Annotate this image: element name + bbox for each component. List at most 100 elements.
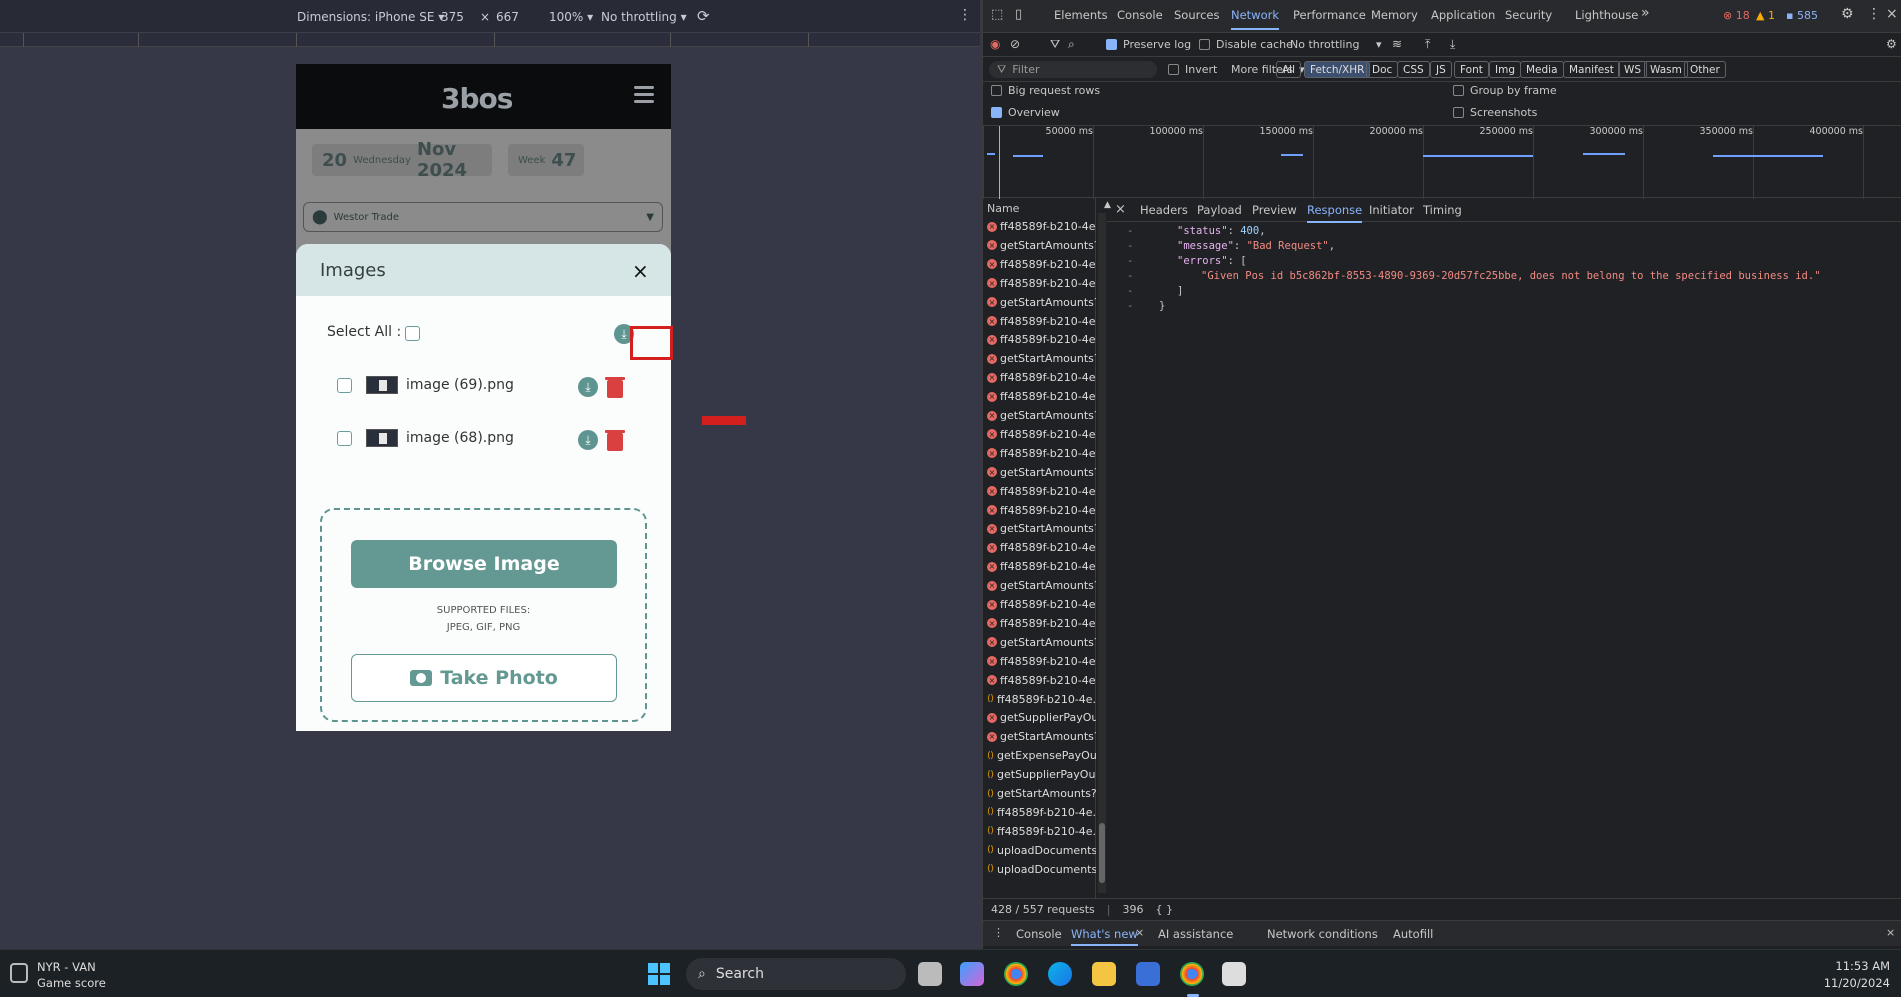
edge-icon[interactable] bbox=[1048, 962, 1072, 986]
error-count[interactable]: ⊗ 18 bbox=[1723, 9, 1750, 22]
record-icon[interactable]: ◉ bbox=[990, 37, 1000, 51]
chip-fetch-xhr[interactable]: Fetch/XHR bbox=[1304, 61, 1371, 78]
trash-icon[interactable] bbox=[605, 377, 625, 398]
tab-payload[interactable]: Payload bbox=[1197, 203, 1242, 217]
chip-other[interactable]: Other bbox=[1684, 61, 1726, 78]
close-icon[interactable]: × bbox=[1135, 926, 1144, 939]
snipping-tool-icon[interactable] bbox=[1222, 962, 1246, 986]
file-checkbox[interactable] bbox=[337, 431, 352, 446]
chip-js[interactable]: JS bbox=[1430, 61, 1452, 78]
tab-performance[interactable]: Performance bbox=[1293, 8, 1366, 22]
download-icon[interactable]: ⤓ bbox=[1450, 37, 1455, 52]
zoom-select[interactable]: 100% ▾ bbox=[549, 10, 593, 24]
request-row[interactable]: × ff48589f-b210-4e... bbox=[983, 652, 1096, 671]
take-photo-button[interactable]: Take Photo bbox=[351, 654, 617, 702]
close-icon[interactable]: × bbox=[632, 261, 649, 281]
drawer-tab-network-conditions[interactable]: Network conditions bbox=[1267, 927, 1378, 941]
close-icon[interactable]: × bbox=[1886, 6, 1898, 22]
chip-manifest[interactable]: Manifest bbox=[1563, 61, 1620, 78]
tab-lighthouse[interactable]: Lighthouse bbox=[1575, 8, 1638, 22]
chip-img[interactable]: Img bbox=[1489, 61, 1521, 78]
tab-timing[interactable]: Timing bbox=[1423, 203, 1462, 217]
request-row[interactable]: ⟨⟩ uploadDocuments bbox=[983, 860, 1096, 879]
tab-initiator[interactable]: Initiator bbox=[1369, 203, 1414, 217]
more-options-icon[interactable]: ⋮ bbox=[958, 7, 972, 23]
tab-elements[interactable]: Elements bbox=[1054, 8, 1108, 22]
chip-font[interactable]: Font bbox=[1454, 61, 1489, 78]
preserve-log-checkbox[interactable]: Preserve log bbox=[1106, 38, 1191, 51]
response-body[interactable]: ------ "status": 400, "message": "Bad Re… bbox=[1107, 222, 1901, 892]
request-list-scrollbar[interactable] bbox=[1098, 213, 1106, 893]
drawer-tab-ai-assistance[interactable]: AI assistance bbox=[1158, 927, 1233, 941]
invert-checkbox[interactable]: Invert bbox=[1168, 63, 1217, 76]
throttling-select[interactable]: No throttling ▾ bbox=[601, 10, 687, 24]
device-dimensions-select[interactable]: Dimensions: iPhone SE ▾ bbox=[297, 10, 444, 24]
drawer-tab-console[interactable]: Console bbox=[1016, 927, 1062, 941]
app-icon[interactable] bbox=[1136, 962, 1160, 986]
chip-media[interactable]: Media bbox=[1520, 61, 1564, 78]
device-width-input[interactable]: 375 bbox=[441, 10, 464, 24]
browse-image-button[interactable]: Browse Image bbox=[351, 540, 617, 588]
message-count[interactable]: ▪ 585 bbox=[1786, 9, 1818, 22]
request-row[interactable]: × ff48589f-b210-4e... bbox=[983, 387, 1096, 406]
chrome-icon[interactable] bbox=[1004, 962, 1028, 986]
file-explorer-icon[interactable] bbox=[1092, 962, 1116, 986]
gear-icon[interactable]: ⚙ bbox=[1841, 6, 1854, 22]
close-icon[interactable]: × bbox=[1886, 926, 1895, 939]
request-row[interactable]: ×getStartAmounts?... bbox=[983, 727, 1096, 746]
taskbar-search[interactable]: ⌕ Search bbox=[686, 958, 906, 990]
inspect-icon[interactable]: ⬚ bbox=[991, 7, 1003, 22]
request-row[interactable]: × ff48589f-b210-4e... bbox=[983, 482, 1096, 501]
drawer-tab-whats-new[interactable]: What's new bbox=[1071, 927, 1138, 946]
system-clock[interactable]: 11:53 AM 11/20/2024 bbox=[1800, 958, 1890, 992]
tab-sources[interactable]: Sources bbox=[1174, 8, 1220, 22]
request-row[interactable]: ⟨⟩ ff48589f-b210-4e... bbox=[983, 803, 1096, 822]
tab-preview[interactable]: Preview bbox=[1252, 203, 1297, 217]
request-row[interactable]: × ff48589f-b210-4e... bbox=[983, 425, 1096, 444]
request-row[interactable]: ⟨⟩ ff48589f-b210-4e... bbox=[983, 690, 1096, 709]
copilot-icon[interactable] bbox=[960, 962, 984, 986]
tab-network[interactable]: Network bbox=[1231, 8, 1280, 30]
download-icon[interactable]: ⤓ bbox=[578, 377, 598, 397]
request-row[interactable]: × ff48589f-b210-4e... bbox=[983, 557, 1096, 576]
request-row[interactable]: × ff48589f-b210-4e... bbox=[983, 330, 1096, 349]
request-row[interactable]: × ff48589f-b210-4e... bbox=[983, 614, 1096, 633]
chip-wasm[interactable]: Wasm bbox=[1644, 61, 1688, 78]
filter-icon[interactable]: ⛛ bbox=[1050, 37, 1060, 52]
chip-all[interactable]: All bbox=[1276, 61, 1302, 78]
close-icon[interactable]: × bbox=[1115, 202, 1126, 217]
store-select[interactable]: ⬤ Westor Trade ▼ bbox=[303, 202, 663, 232]
clear-icon[interactable]: ⊘ bbox=[1010, 37, 1020, 51]
drawer-menu-icon[interactable]: ⋮ bbox=[993, 926, 1004, 939]
tab-headers[interactable]: Headers bbox=[1140, 203, 1188, 217]
upload-drop-zone[interactable]: Browse Image SUPPORTED FILES: JPEG, GIF,… bbox=[320, 508, 647, 722]
chip-doc[interactable]: Doc bbox=[1366, 61, 1399, 78]
tab-application[interactable]: Application bbox=[1431, 8, 1495, 22]
request-row[interactable]: ⟨⟩ ff48589f-b210-4e... bbox=[983, 822, 1096, 841]
select-all-checkbox[interactable] bbox=[405, 326, 420, 341]
screenshots-checkbox[interactable]: Screenshots bbox=[1453, 106, 1537, 119]
disable-cache-checkbox[interactable]: Disable cache bbox=[1199, 38, 1293, 51]
request-row[interactable]: ×getStartAmounts?... bbox=[983, 519, 1096, 538]
device-height-input[interactable]: 667 bbox=[496, 10, 519, 24]
request-row[interactable]: ⟨⟩ getSupplierPayOu... bbox=[983, 765, 1096, 784]
request-row[interactable]: × ff48589f-b210-4e... bbox=[983, 274, 1096, 293]
request-row[interactable]: ×getStartAmounts?... bbox=[983, 293, 1096, 312]
request-row[interactable]: × ff48589f-b210-4e... bbox=[983, 368, 1096, 387]
device-toggle-icon[interactable]: ▯ bbox=[1015, 7, 1022, 22]
chip-ws[interactable]: WS bbox=[1618, 61, 1648, 78]
wifi-icon[interactable]: ≋ bbox=[1392, 37, 1402, 51]
tab-memory[interactable]: Memory bbox=[1371, 8, 1418, 22]
hamburger-menu-icon[interactable] bbox=[634, 86, 654, 104]
tab-response[interactable]: Response bbox=[1307, 203, 1363, 223]
request-row[interactable]: × ff48589f-b210-4e... bbox=[983, 444, 1096, 463]
search-icon[interactable]: ⌕ bbox=[1068, 37, 1075, 52]
request-row[interactable]: ×getStartAmounts?... bbox=[983, 349, 1096, 368]
request-row[interactable]: ⟨⟩ uploadDocuments bbox=[983, 841, 1096, 860]
request-row[interactable]: ×getStartAmounts?... bbox=[983, 576, 1096, 595]
request-row[interactable]: ×getStartAmounts?... bbox=[983, 236, 1096, 255]
request-row[interactable]: × ff48589f-b210-4e... bbox=[983, 595, 1096, 614]
more-tabs-icon[interactable]: » bbox=[1641, 5, 1650, 21]
drawer-tab-autofill[interactable]: Autofill bbox=[1393, 927, 1433, 941]
request-row[interactable]: ⟨⟩getStartAmounts?... bbox=[983, 784, 1096, 803]
